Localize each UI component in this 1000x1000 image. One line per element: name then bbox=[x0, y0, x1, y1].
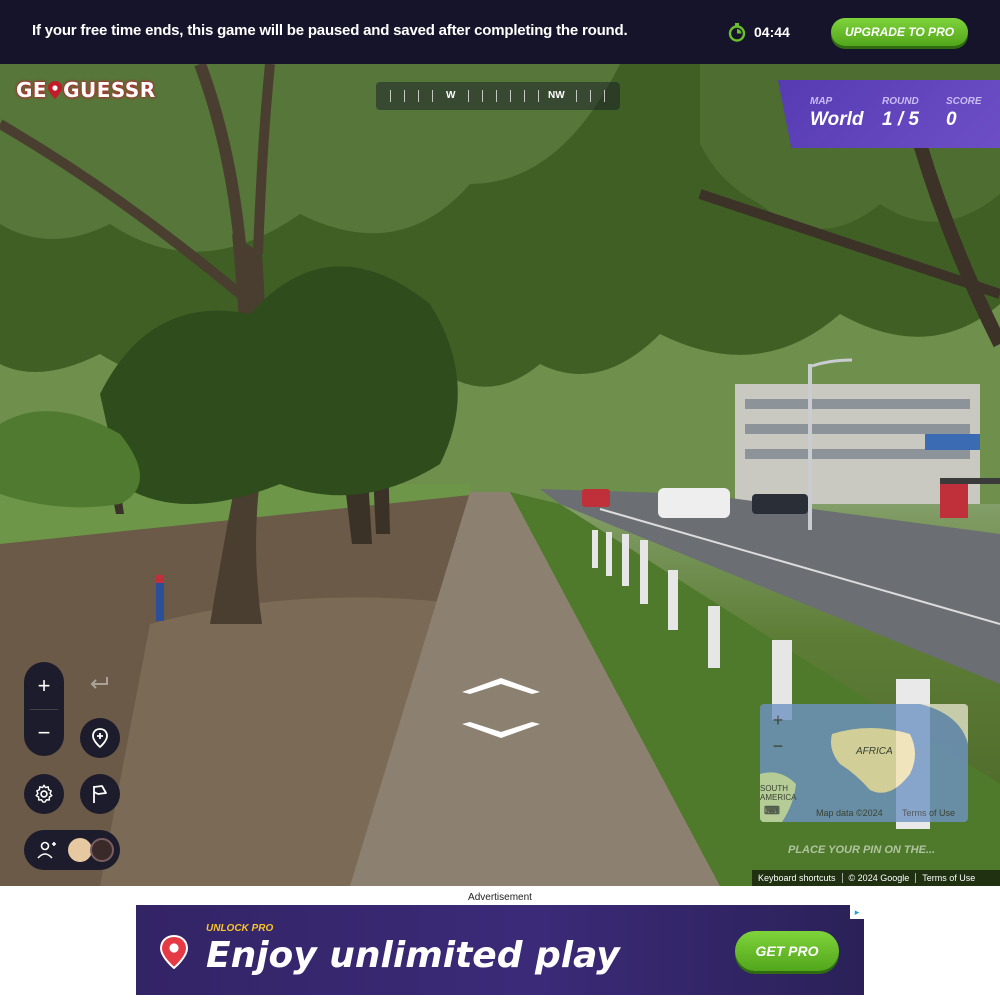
minimap-zoom-out[interactable]: − bbox=[768, 736, 788, 756]
logo-text-right: GUESSR bbox=[63, 78, 156, 102]
terms-of-use-link[interactable]: Terms of Use bbox=[916, 873, 981, 883]
minimap-south-america-label: SOUTH AMERICA bbox=[760, 784, 797, 802]
minimap-continent-label: AFRICA bbox=[856, 746, 893, 757]
compass-tick bbox=[482, 90, 483, 102]
guess-minimap[interactable]: + − AFRICA SOUTH AMERICA ⌨ Map data ©202… bbox=[760, 704, 968, 822]
street-view-panorama[interactable]: GE GUESSR W NW MAP World ROUND 1 / 5 SCO… bbox=[0, 64, 1000, 886]
compass-tick bbox=[524, 90, 525, 102]
keyboard-icon[interactable]: ⌨ bbox=[764, 804, 780, 817]
round-label: ROUND bbox=[882, 96, 919, 107]
compass-tick bbox=[590, 90, 591, 102]
compass-tick bbox=[418, 90, 419, 102]
gear-icon bbox=[35, 784, 53, 803]
map-value: World bbox=[810, 109, 864, 130]
compass-tick bbox=[604, 90, 605, 102]
compass-tick bbox=[404, 90, 405, 102]
compass-west: W bbox=[446, 90, 456, 101]
minimap-map-data: Map data ©2024 bbox=[816, 808, 883, 818]
minimap-terms-link[interactable]: Terms of Use bbox=[902, 808, 955, 818]
compass-tick bbox=[496, 90, 497, 102]
ad-headline: Enjoy unlimited play bbox=[206, 935, 620, 976]
settings-button[interactable] bbox=[24, 774, 64, 814]
invite-friends-icon bbox=[37, 841, 56, 859]
compass-tick bbox=[468, 90, 469, 102]
map-label: MAP bbox=[810, 96, 833, 107]
zoom-in-button[interactable]: + bbox=[24, 662, 64, 709]
avatar bbox=[68, 838, 92, 862]
map-status: MAP World bbox=[810, 96, 863, 131]
compass-tick bbox=[510, 90, 511, 102]
place-pin-hint: PLACE YOUR PIN ON THE... bbox=[788, 844, 936, 856]
geoguessr-logo[interactable]: GE GUESSR bbox=[16, 78, 156, 102]
zoom-controls: + − bbox=[24, 662, 64, 756]
minimap-land bbox=[760, 704, 968, 822]
score-value: 0 bbox=[946, 109, 957, 130]
compass-tick bbox=[390, 90, 391, 102]
ad-eyebrow: UNLOCK PRO bbox=[206, 923, 274, 934]
free-time-timer: 04:44 bbox=[728, 21, 790, 43]
location-pin-icon bbox=[160, 935, 188, 969]
adchoices-icon[interactable]: ▸ bbox=[850, 905, 864, 919]
move-backward-arrow[interactable] bbox=[460, 720, 542, 742]
location-pin-icon bbox=[48, 81, 63, 99]
location-pin-plus-icon bbox=[92, 728, 108, 749]
compass-tick bbox=[432, 90, 433, 102]
round-status: ROUND 1 / 5 bbox=[882, 96, 919, 131]
compass-northwest: NW bbox=[548, 90, 565, 101]
get-pro-button[interactable]: GET PRO bbox=[735, 931, 839, 971]
copyright-text: © 2024 Google bbox=[843, 873, 917, 883]
move-forward-arrow[interactable] bbox=[460, 674, 542, 696]
score-label: SCORE bbox=[946, 96, 982, 107]
flag-icon bbox=[93, 785, 107, 803]
keyboard-shortcuts-link[interactable]: Keyboard shortcuts bbox=[752, 873, 843, 883]
compass-strip: W NW bbox=[376, 82, 620, 110]
free-time-banner: If your free time ends, this game will b… bbox=[0, 0, 1000, 64]
minimap-zoom-in[interactable]: + bbox=[768, 710, 788, 730]
compass-tick bbox=[576, 90, 577, 102]
stopwatch-icon bbox=[728, 23, 746, 42]
banner-message: If your free time ends, this game will b… bbox=[32, 22, 628, 39]
compass-tick bbox=[538, 90, 539, 102]
game-status-panel: MAP World ROUND 1 / 5 SCORE 0 bbox=[778, 80, 1000, 148]
geoguessr-game-page: If your free time ends, this game will b… bbox=[0, 0, 1000, 1000]
report-flag-button[interactable] bbox=[80, 774, 120, 814]
timer-value: 04:44 bbox=[754, 24, 790, 40]
upgrade-to-pro-button[interactable]: UPGRADE TO PRO bbox=[831, 18, 968, 46]
streetview-footer: Keyboard shortcuts © 2024 Google Terms o… bbox=[752, 870, 1000, 886]
avatar bbox=[90, 838, 114, 862]
zoom-out-button[interactable]: − bbox=[24, 709, 64, 756]
return-to-start-button[interactable] bbox=[80, 718, 120, 758]
score-status: SCORE 0 bbox=[946, 96, 982, 131]
logo-text-left: GE bbox=[16, 78, 48, 102]
round-value: 1 / 5 bbox=[882, 109, 919, 130]
pro-advertisement[interactable]: UNLOCK PRO Enjoy unlimited play GET PRO … bbox=[136, 905, 864, 995]
advertisement-label: Advertisement bbox=[468, 892, 532, 903]
undo-move-icon[interactable] bbox=[88, 672, 110, 694]
party-members[interactable] bbox=[24, 830, 120, 870]
